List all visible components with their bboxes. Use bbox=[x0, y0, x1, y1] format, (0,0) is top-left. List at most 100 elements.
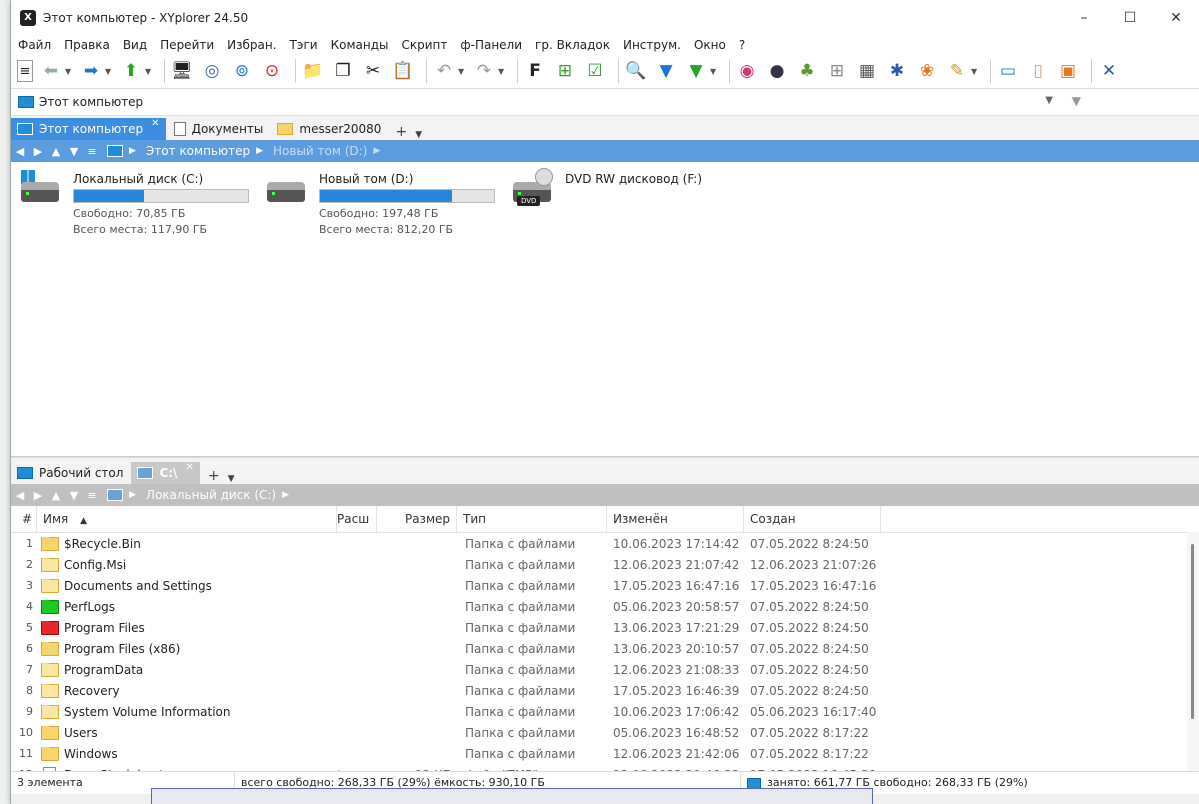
menu-favorites[interactable]: Избран. bbox=[227, 38, 276, 52]
table-row[interactable]: 10 Users Папка с файлами 05.06.2023 16:48:5… bbox=[11, 722, 1199, 743]
colors-icon[interactable]: ❀ bbox=[915, 59, 939, 83]
row-name-cell[interactable]: Program Files (x86) bbox=[37, 641, 337, 656]
table-row[interactable]: 9 System Volume Information Папка с файлам… bbox=[11, 701, 1199, 722]
menu-script[interactable]: Скрипт bbox=[401, 38, 447, 52]
column-type[interactable]: Тип bbox=[457, 506, 607, 532]
menu-tabsets[interactable]: гр. Вкладок bbox=[535, 38, 610, 52]
menu-panels[interactable]: ф-Панели bbox=[460, 38, 522, 52]
tab-messer[interactable]: messer20080 bbox=[271, 118, 387, 140]
badge-icon[interactable]: ✱ bbox=[885, 59, 909, 83]
tree-icon[interactable]: ⊞ bbox=[553, 59, 577, 83]
table-row[interactable]: 1 $Recycle.Bin Папка с файлами 10.06.2023 1… bbox=[11, 533, 1199, 554]
nav-down-icon[interactable]: ▼ bbox=[65, 489, 83, 502]
tab-close-icon[interactable]: ✕ bbox=[151, 118, 159, 129]
spiral-icon[interactable]: ◉ bbox=[735, 59, 759, 83]
row-name-cell[interactable]: Config.Msi bbox=[37, 557, 337, 572]
breadcrumb-separator-icon[interactable]: ▶ bbox=[256, 146, 263, 156]
maximize-button[interactable]: ☐ bbox=[1107, 0, 1153, 36]
table-row[interactable]: 2 Config.Msi Папка с файлами 12.06.2023 21:… bbox=[11, 554, 1199, 575]
find-icon[interactable]: ⊚ bbox=[230, 59, 254, 83]
redo-dropdown-icon[interactable]: ▼ bbox=[498, 67, 506, 76]
dual-pane-icon[interactable]: ▭ bbox=[996, 59, 1020, 83]
nav-down-icon[interactable]: ▼ bbox=[65, 145, 83, 158]
nav-back-icon[interactable]: ◀ bbox=[11, 489, 29, 502]
table-row[interactable]: 11 Windows Папка с файлами 12.06.2023 21:42… bbox=[11, 743, 1199, 764]
new-tab-button[interactable]: + bbox=[208, 468, 220, 484]
undo-dropdown-icon[interactable]: ▼ bbox=[458, 67, 466, 76]
nav-forward-icon[interactable]: ▶ bbox=[29, 145, 47, 158]
settings-icon[interactable]: ✕ bbox=[1097, 59, 1121, 83]
breadcrumb-local-disk[interactable]: Локальный диск (C:) bbox=[146, 488, 276, 502]
vertical-scrollbar[interactable] bbox=[1187, 532, 1199, 772]
row-name-cell[interactable]: PerfLogs bbox=[37, 599, 337, 614]
row-name-cell[interactable]: ProgramData bbox=[37, 662, 337, 677]
menu-go[interactable]: Перейти bbox=[160, 38, 214, 52]
column-size[interactable]: Размер bbox=[377, 506, 457, 532]
brush-dropdown-icon[interactable]: ▼ bbox=[971, 67, 979, 76]
tabs-dropdown-icon[interactable]: ▼ bbox=[415, 130, 422, 140]
breadcrumb-separator-icon[interactable]: ▶ bbox=[129, 146, 136, 156]
brush-icon[interactable]: ✎ bbox=[945, 59, 969, 83]
menu-tools[interactable]: Инструм. bbox=[623, 38, 681, 52]
preview-pane-icon[interactable]: ▯ bbox=[1026, 59, 1050, 83]
row-name-cell[interactable]: System Volume Information bbox=[37, 704, 337, 719]
grid-icon[interactable]: ⊞ bbox=[825, 59, 849, 83]
tab-documents[interactable]: Документы bbox=[168, 118, 270, 140]
menu-commands[interactable]: Команды bbox=[331, 38, 389, 52]
row-name-cell[interactable]: $Recycle.Bin bbox=[37, 536, 337, 551]
address-dropdown-icon[interactable]: ▼ bbox=[1045, 95, 1053, 106]
nav-menu-icon[interactable]: ≡ bbox=[83, 145, 101, 158]
menu-help[interactable]: ? bbox=[739, 38, 745, 52]
forward-dropdown-icon[interactable]: ▼ bbox=[105, 67, 113, 76]
copy-icon[interactable]: ❐ bbox=[331, 59, 355, 83]
back-dropdown-icon[interactable]: ▼ bbox=[65, 67, 73, 76]
table-row[interactable]: 3 Documents and Settings Папка с файлами 17… bbox=[11, 575, 1199, 596]
info-panel-icon[interactable]: ▣ bbox=[1056, 59, 1080, 83]
nav-menu-icon[interactable]: ≡ bbox=[83, 489, 101, 502]
column-name[interactable]: Имя ▲ bbox=[37, 506, 337, 532]
drive-d[interactable]: Новый том (D:) Свободно: 197,48 ГБ Всего… bbox=[263, 172, 495, 238]
forward-icon[interactable]: ➡ bbox=[79, 59, 103, 83]
breadcrumb-separator-icon[interactable]: ▶ bbox=[282, 490, 289, 500]
row-name-cell[interactable]: Windows bbox=[37, 746, 337, 761]
menu-edit[interactable]: Правка bbox=[64, 38, 110, 52]
close-button[interactable]: ✕ bbox=[1153, 0, 1199, 36]
new-folder-icon[interactable]: 📁 bbox=[301, 59, 325, 83]
main-menu-icon[interactable]: ≡ bbox=[17, 60, 33, 82]
breadcrumb-separator-icon[interactable]: ▶ bbox=[129, 490, 136, 500]
up-dropdown-icon[interactable]: ▼ bbox=[145, 67, 153, 76]
breadcrumb-new-volume[interactable]: Новый том (D:) bbox=[273, 144, 367, 158]
tab-close-icon[interactable]: ✕ bbox=[185, 462, 193, 473]
table-row[interactable]: 6 Program Files (x86) Папка с файлами 13.06… bbox=[11, 638, 1199, 659]
tab-desktop[interactable]: Рабочий стол bbox=[11, 462, 129, 484]
menu-tags[interactable]: Тэги bbox=[290, 38, 318, 52]
play-icon[interactable]: ⊙ bbox=[260, 59, 284, 83]
new-tab-button[interactable]: + bbox=[395, 124, 407, 140]
check-icon[interactable]: ☑ bbox=[583, 59, 607, 83]
calendar-icon[interactable]: ▦ bbox=[855, 59, 879, 83]
undo-icon[interactable]: ↶ bbox=[432, 59, 456, 83]
filter-dropdown-icon[interactable]: ▼ bbox=[710, 67, 718, 76]
row-name-cell[interactable]: Program Files bbox=[37, 620, 337, 635]
scrollbar-thumb[interactable] bbox=[1191, 544, 1194, 719]
column-modified[interactable]: Изменён bbox=[607, 506, 744, 532]
nav-back-icon[interactable]: ◀ bbox=[11, 145, 29, 158]
column-created[interactable]: Создан bbox=[744, 506, 881, 532]
target-icon[interactable]: ◎ bbox=[200, 59, 224, 83]
up-icon[interactable]: ⬆ bbox=[119, 59, 143, 83]
table-row[interactable]: 4 PerfLogs Папка с файлами 05.06.2023 20:58… bbox=[11, 596, 1199, 617]
column-num[interactable]: # bbox=[11, 506, 37, 532]
address-filter-icon[interactable]: ▼ bbox=[1072, 94, 1081, 108]
tree-view-icon[interactable]: ♣ bbox=[795, 59, 819, 83]
redo-icon[interactable]: ↷ bbox=[472, 59, 496, 83]
filter-icon[interactable]: ▼ bbox=[654, 59, 678, 83]
paste-icon[interactable]: 📋 bbox=[391, 59, 415, 83]
minimize-button[interactable]: – bbox=[1061, 0, 1107, 36]
cut-icon[interactable]: ✂ bbox=[361, 59, 385, 83]
breadcrumb-separator-icon[interactable]: ▶ bbox=[373, 146, 380, 156]
search-icon[interactable]: 🔍 bbox=[624, 59, 648, 83]
menu-window[interactable]: Окно bbox=[694, 38, 726, 52]
row-name-cell[interactable]: Documents and Settings bbox=[37, 578, 337, 593]
computer-icon[interactable]: 🖥 bbox=[170, 59, 194, 83]
row-name-cell[interactable]: Recovery bbox=[37, 683, 337, 698]
